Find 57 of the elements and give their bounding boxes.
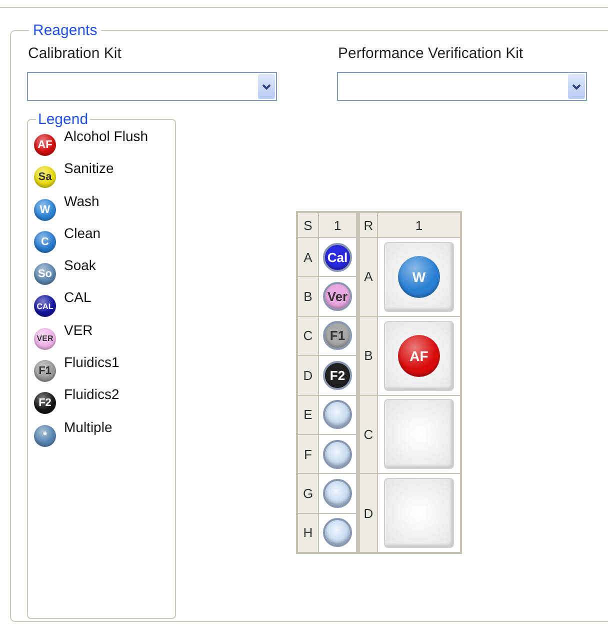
row-header: A (357, 238, 377, 316)
reagent-well[interactable]: AF (384, 320, 454, 391)
column-header: 1 (378, 213, 460, 237)
row-header: F (298, 434, 318, 474)
legend-label: Clean (64, 224, 101, 241)
empty-sample-tube[interactable] (323, 479, 352, 508)
legend-badge: Sa (34, 166, 56, 188)
empty-sample-tube[interactable] (323, 400, 352, 430)
legend-label: Fluidics1 (64, 354, 120, 370)
legend-badge: VER (34, 328, 56, 350)
legend-label: Fluidics2 (64, 386, 120, 402)
reagent-bottle: W (398, 256, 440, 298)
sample-tube[interactable]: F1 (323, 321, 352, 350)
legend-label: CAL (64, 289, 92, 306)
field-label: Calibration Kit (28, 45, 122, 62)
dropdown-button[interactable] (568, 74, 585, 99)
row-header: D (298, 356, 318, 395)
row-header: D (357, 474, 377, 552)
legend-badge: * (34, 424, 56, 447)
column-header: S (298, 213, 318, 237)
legend-label: Alcohol Flush (64, 128, 148, 144)
legend-badge: F2 (34, 392, 56, 414)
legend-badge: So (34, 263, 56, 286)
chevron-down-icon (262, 84, 271, 90)
row-header: C (298, 316, 318, 356)
row-header: E (298, 396, 318, 434)
row-header: G (298, 474, 318, 513)
legend-badge: CAL (34, 295, 56, 318)
empty-sample-tube[interactable] (323, 518, 352, 548)
sample-tube[interactable]: Cal (323, 242, 352, 272)
legend-label: Sanitize (64, 160, 114, 176)
legend-label: VER (64, 322, 93, 338)
legend-badge: C (34, 230, 56, 253)
field-label: Performance Verification Kit (338, 45, 524, 62)
legend-badge: F1 (34, 360, 56, 382)
legend-title: Legend (37, 111, 90, 128)
reagent-bottle: AF (398, 334, 440, 377)
row-header: B (298, 277, 318, 316)
empty-sample-tube[interactable] (323, 440, 352, 469)
sample-tube[interactable]: F2 (323, 360, 352, 390)
legend-badge: W (34, 198, 56, 221)
chevron-down-icon (572, 84, 581, 90)
reagent-well[interactable] (384, 478, 454, 548)
sample-tube[interactable]: Ver (323, 282, 352, 312)
column-header: 1 (319, 213, 356, 237)
row-header: H (298, 514, 318, 552)
row-header: A (298, 238, 318, 276)
dropdown-button[interactable] (258, 74, 275, 99)
reagent-well[interactable] (384, 399, 454, 470)
group-title: Reagents (32, 22, 98, 39)
legend-badge: AF (34, 134, 56, 156)
legend-label: Multiple (64, 418, 112, 435)
row-header: C (357, 396, 377, 474)
legend-label: Wash (64, 192, 100, 209)
legend-label: Soak (64, 257, 96, 274)
row-header: B (357, 316, 377, 395)
column-header: R (357, 213, 377, 237)
